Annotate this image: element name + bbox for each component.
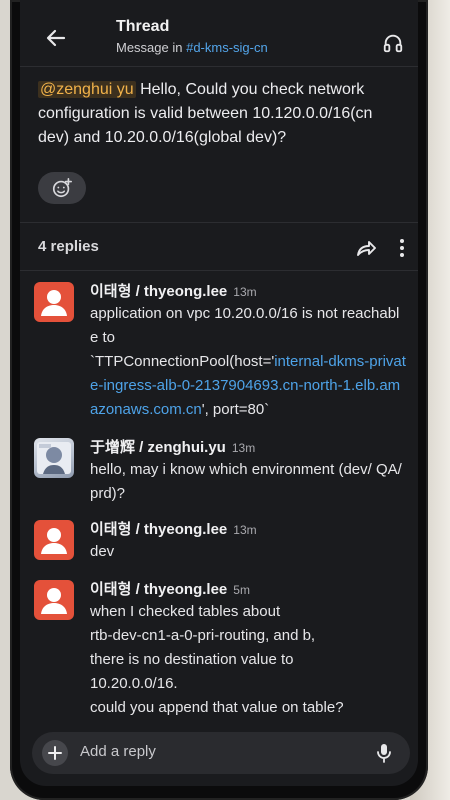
thread-header: Thread Message in #d-kms-sig-cn xyxy=(20,14,418,64)
user-photo-icon xyxy=(37,442,71,474)
default-user-icon xyxy=(41,588,67,614)
app-screen: Thread Message in #d-kms-sig-cn @zenghui… xyxy=(20,0,418,786)
timestamp: 13m xyxy=(233,523,257,537)
reply-message: 이태형 / thyeong.lee 5m when I checked table… xyxy=(34,578,406,718)
headphones-icon[interactable] xyxy=(382,32,404,54)
message-text: when I checked tables about rtb-dev-cn1-… xyxy=(90,603,344,716)
timestamp: 5m xyxy=(233,583,250,597)
back-arrow-icon[interactable] xyxy=(44,26,68,50)
reply-input[interactable]: Add a reply xyxy=(80,743,156,760)
message-text-after: ', port=80` xyxy=(201,401,270,418)
message-text: dev xyxy=(90,543,115,560)
parent-message: @zenghui yu Hello, Could you check netwo… xyxy=(38,78,402,150)
message-header: 이태형 / thyeong.lee 13m xyxy=(90,280,257,301)
reply-message: 于增辉 / zenghui.yu 13m hello, may i know wh… xyxy=(34,436,406,516)
message-header: 于增辉 / zenghui.yu 13m xyxy=(90,436,255,457)
add-reaction-button[interactable] xyxy=(38,172,86,204)
message-header: 이태형 / thyeong.lee 13m xyxy=(90,518,257,539)
author-name[interactable]: 于增辉 / zenghui.yu xyxy=(90,439,226,456)
add-emoji-icon xyxy=(52,178,72,198)
default-user-icon xyxy=(41,290,67,316)
attach-button[interactable] xyxy=(42,740,68,766)
message-text: hello, may i know which environment (dev… xyxy=(90,461,402,502)
author-name[interactable]: 이태형 / thyeong.lee xyxy=(90,283,227,300)
channel-link[interactable]: #d-kms-sig-cn xyxy=(186,40,268,55)
more-options-icon[interactable] xyxy=(396,236,408,260)
default-user-icon xyxy=(41,528,67,554)
message-text: application on vpc 10.20.0.0/16 is not r… xyxy=(90,302,406,422)
avatar[interactable] xyxy=(34,438,74,478)
share-icon[interactable] xyxy=(354,236,378,260)
reply-message: 이태형 / thyeong.lee 13m application on vpc … xyxy=(34,280,406,430)
author-name[interactable]: 이태형 / thyeong.lee xyxy=(90,521,227,538)
replies-divider xyxy=(20,270,418,271)
reply-composer[interactable]: Add a reply xyxy=(32,732,410,774)
timestamp: 13m xyxy=(233,285,257,299)
parent-divider xyxy=(20,222,418,223)
avatar[interactable] xyxy=(34,580,74,620)
replies-count: 4 replies xyxy=(38,238,99,255)
microphone-icon[interactable] xyxy=(376,742,392,764)
timestamp: 13m xyxy=(231,441,256,455)
plus-icon xyxy=(48,746,62,760)
page-title: Thread xyxy=(116,18,170,35)
subtitle-prefix: Message in xyxy=(116,40,187,55)
message-header: 이태형 / thyeong.lee 5m xyxy=(90,578,250,599)
avatar[interactable] xyxy=(34,520,74,560)
reply-message: 이태형 / thyeong.lee 13m dev xyxy=(34,518,406,572)
phone-frame: Thread Message in #d-kms-sig-cn @zenghui… xyxy=(10,0,428,800)
replies-bar: 4 replies xyxy=(20,230,418,270)
header-divider xyxy=(20,66,418,67)
avatar[interactable] xyxy=(34,282,74,322)
author-name[interactable]: 이태형 / thyeong.lee xyxy=(90,581,227,598)
user-mention[interactable]: @zenghui yu xyxy=(38,81,136,98)
channel-subtitle[interactable]: Message in #d-kms-sig-cn xyxy=(116,40,268,55)
